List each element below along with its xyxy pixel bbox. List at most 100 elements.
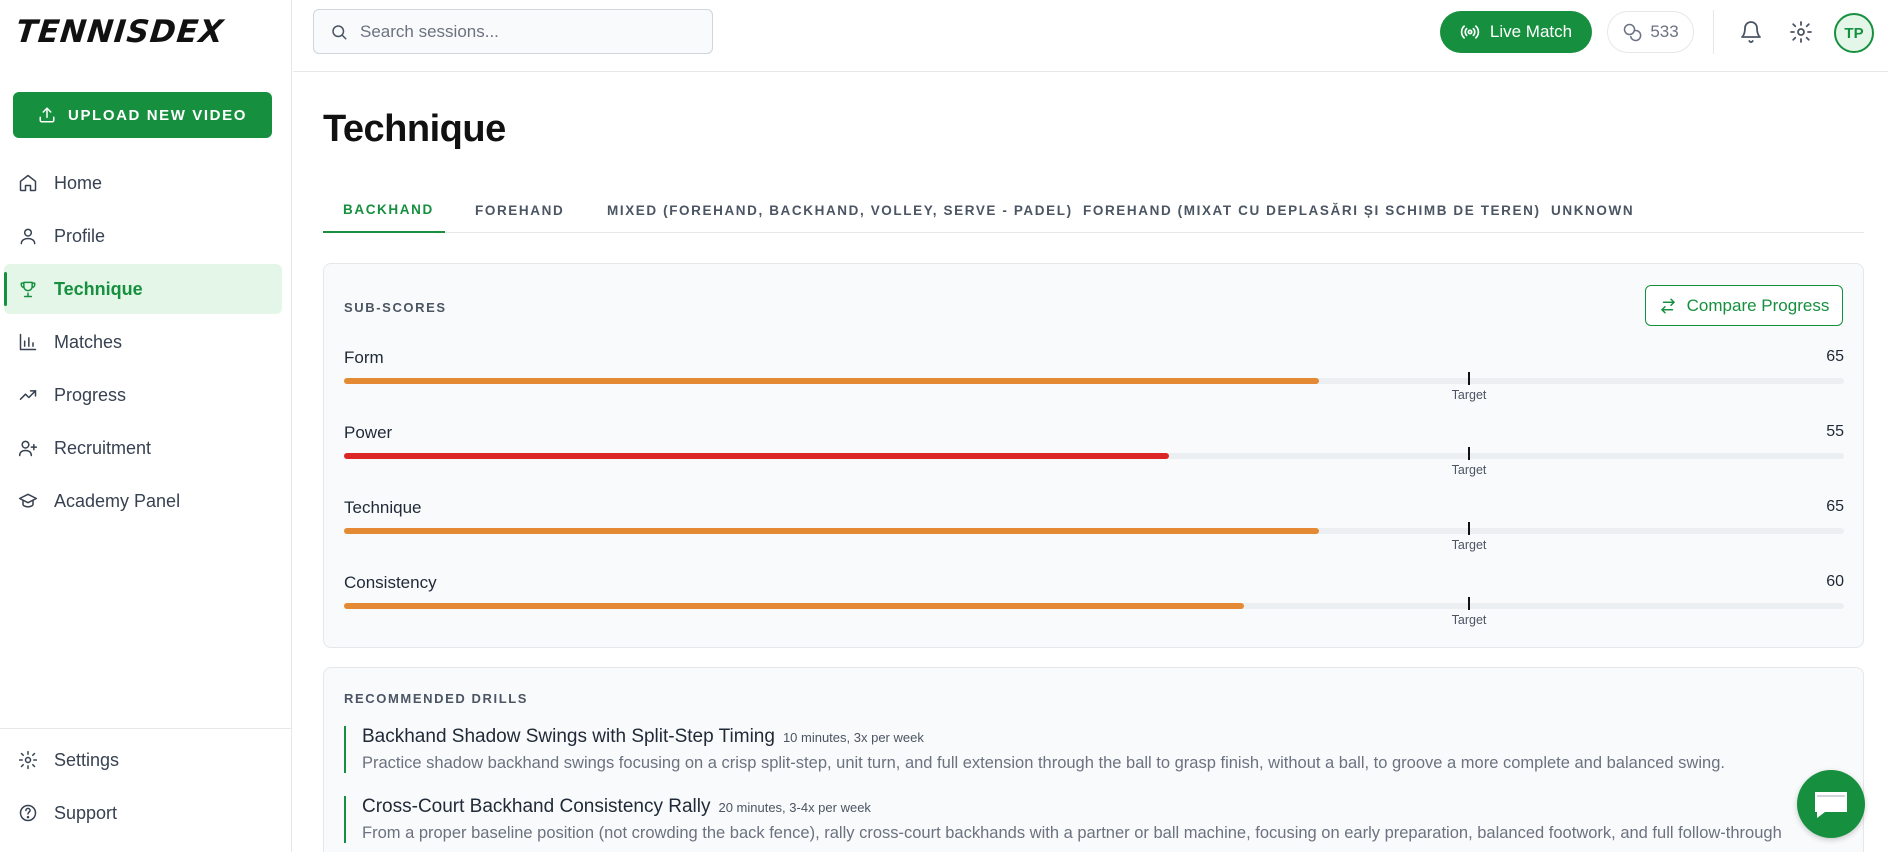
bar-chart-icon xyxy=(19,333,37,351)
sidebar-nav: Home Profile Technique Matches Progress … xyxy=(4,158,282,529)
subscore-row-technique: Technique 65 Target xyxy=(344,498,1844,554)
compare-progress-label: Compare Progress xyxy=(1686,295,1830,315)
sidebar-item-label: Technique xyxy=(54,278,143,299)
subscore-fill xyxy=(344,453,1169,459)
bell-icon[interactable] xyxy=(1739,20,1763,44)
subscore-value: 65 xyxy=(1826,348,1844,365)
settings-gear-icon[interactable] xyxy=(1789,20,1813,44)
subscore-row-consistency: Consistency 60 Target xyxy=(344,573,1844,629)
target-marker xyxy=(1468,522,1470,535)
app-logo[interactable]: TENNISDEX xyxy=(14,12,226,52)
sidebar-item-academy-panel[interactable]: Academy Panel xyxy=(4,476,282,526)
sidebar-item-progress[interactable]: Progress xyxy=(4,370,282,420)
subscore-name: Power xyxy=(344,423,393,442)
swap-arrows-icon xyxy=(1660,298,1675,313)
subscore-name: Consistency xyxy=(344,573,437,592)
drills-label: RECOMMENDED DRILLS xyxy=(344,691,529,706)
target-marker xyxy=(1468,597,1470,610)
subscores-card: SUB-SCORES Compare Progress Form 65 Target… xyxy=(323,263,1864,648)
target-label: Target xyxy=(1451,388,1487,402)
search-input[interactable] xyxy=(360,21,690,42)
subscore-row-power: Power 55 Target xyxy=(344,423,1844,479)
compare-progress-button[interactable]: Compare Progress xyxy=(1645,285,1843,326)
target-label: Target xyxy=(1451,613,1487,627)
sidebar-item-label: Home xyxy=(54,172,103,193)
sidebar-item-label: Profile xyxy=(54,225,106,246)
tab-unknown[interactable]: UNKNOWN xyxy=(1551,188,1634,233)
drill-meta: 10 minutes, 3x per week xyxy=(782,730,924,745)
drills-card: RECOMMENDED DRILLS Backhand Shadow Swing… xyxy=(323,667,1864,852)
drill-description: From a proper baseline position (not cro… xyxy=(362,824,1782,842)
target-label: Target xyxy=(1451,538,1487,552)
tab-mixed-padel[interactable]: MIXED (FOREHAND, BACKHAND, VOLLEY, SERVE… xyxy=(607,188,1073,233)
search-box[interactable] xyxy=(313,9,713,54)
upload-video-button[interactable]: UPLOAD NEW VIDEO xyxy=(13,92,272,138)
subscore-value: 60 xyxy=(1826,573,1844,590)
target-marker xyxy=(1468,372,1470,385)
subscores-label: SUB-SCORES xyxy=(344,300,447,315)
chat-bubble-icon xyxy=(1815,792,1847,818)
page-title: Technique xyxy=(323,108,506,150)
coins-icon xyxy=(1624,23,1642,42)
upload-icon xyxy=(39,107,55,123)
tab-backhand[interactable]: BACKHAND xyxy=(323,188,445,233)
target-label: Target xyxy=(1451,463,1487,477)
drill-heading: Cross-Court Backhand Consistency Rally 20… xyxy=(362,796,1844,818)
credits-badge[interactable]: 533 xyxy=(1607,11,1694,53)
drill-item[interactable]: Cross-Court Backhand Consistency Rally 20… xyxy=(344,796,1844,843)
sidebar-item-matches[interactable]: Matches xyxy=(4,317,282,367)
user-plus-icon xyxy=(18,440,38,457)
gear-icon xyxy=(18,750,38,770)
sidebar-item-label: Academy Panel xyxy=(54,490,181,511)
sidebar: TENNISDEX UPLOAD NEW VIDEO Home Profile … xyxy=(0,0,292,852)
help-circle-icon xyxy=(19,804,37,822)
search-icon xyxy=(332,24,347,39)
sidebar-item-support[interactable]: Support xyxy=(4,788,282,838)
broadcast-icon xyxy=(1460,25,1480,39)
drill-item[interactable]: Backhand Shadow Swings with Split-Step T… xyxy=(344,726,1844,773)
sidebar-item-settings[interactable]: Settings xyxy=(4,735,282,785)
subscore-fill xyxy=(344,603,1244,609)
drill-description: Practice shadow backhand swings focusing… xyxy=(362,754,1725,772)
user-icon xyxy=(20,228,36,245)
home-icon xyxy=(19,174,37,192)
subscore-value: 55 xyxy=(1826,423,1844,440)
avatar[interactable]: TP xyxy=(1834,13,1874,53)
chat-button[interactable] xyxy=(1797,770,1865,838)
tab-forehand[interactable]: FOREHAND xyxy=(475,188,564,233)
sidebar-item-label: Settings xyxy=(54,749,120,770)
drill-title: Backhand Shadow Swings with Split-Step T… xyxy=(362,726,775,747)
header-divider xyxy=(1713,10,1714,54)
sidebar-item-label: Recruitment xyxy=(54,437,152,458)
technique-tabs: BACKHAND FOREHAND MIXED (FOREHAND, BACKH… xyxy=(323,188,1864,233)
subscore-row-form: Form 65 Target xyxy=(344,348,1844,404)
live-match-button[interactable]: Live Match xyxy=(1440,11,1592,53)
subscore-track xyxy=(344,603,1844,609)
sidebar-item-recruitment[interactable]: Recruitment xyxy=(4,423,282,473)
credits-count: 533 xyxy=(1650,22,1679,41)
sidebar-item-profile[interactable]: Profile xyxy=(4,211,282,261)
sidebar-item-label: Progress xyxy=(54,384,127,405)
sidebar-item-technique[interactable]: Technique xyxy=(4,264,282,314)
subscore-track xyxy=(344,378,1844,384)
subscore-track xyxy=(344,528,1844,534)
drill-heading: Backhand Shadow Swings with Split-Step T… xyxy=(362,726,1844,748)
trophy-icon xyxy=(20,281,36,298)
live-match-label: Live Match xyxy=(1489,22,1573,41)
graduation-cap-icon xyxy=(18,493,38,508)
sidebar-item-label: Matches xyxy=(54,331,123,352)
top-header: Live Match 533 TP xyxy=(293,0,1888,72)
subscore-fill xyxy=(344,378,1319,384)
trending-up-icon xyxy=(19,390,37,400)
target-marker xyxy=(1468,447,1470,460)
sidebar-item-label: Support xyxy=(54,802,118,823)
subscore-name: Form xyxy=(344,348,384,367)
upload-video-label: UPLOAD NEW VIDEO xyxy=(68,106,247,124)
sidebar-item-home[interactable]: Home xyxy=(4,158,282,208)
sidebar-bottom: Settings Support xyxy=(0,728,292,841)
subscore-name: Technique xyxy=(344,498,422,517)
drill-meta: 20 minutes, 3-4x per week xyxy=(718,800,871,815)
tab-forehand-mixat[interactable]: FOREHAND (MIXAT CU DEPLASĂRI ȘI SCHIMB D… xyxy=(1083,188,1541,233)
drill-title: Cross-Court Backhand Consistency Rally xyxy=(362,796,711,817)
subscore-value: 65 xyxy=(1826,498,1844,515)
